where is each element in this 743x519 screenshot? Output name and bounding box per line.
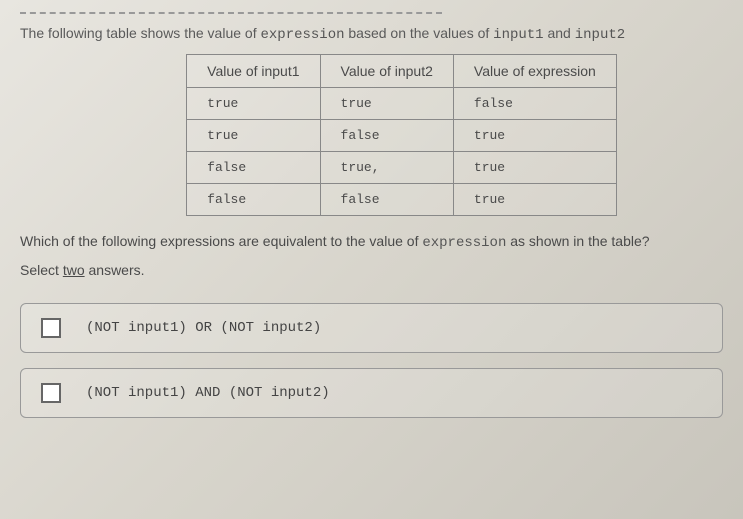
intro-code-input1: input1 xyxy=(493,27,543,43)
cell-input2: false xyxy=(320,119,453,151)
intro-code-expression: expression xyxy=(260,27,344,43)
intro-and: and xyxy=(544,25,575,41)
option-text-a: (NOT input1) OR (NOT input2) xyxy=(86,320,321,336)
truth-table: Value of input1 Value of input2 Value of… xyxy=(186,54,617,216)
select-prefix: Select xyxy=(20,262,63,278)
cell-input1: true xyxy=(187,119,320,151)
cell-expression: true xyxy=(453,119,616,151)
question-suffix: as shown in the table? xyxy=(506,233,649,249)
option-text-b: (NOT input1) AND (NOT input2) xyxy=(86,385,330,401)
intro-prefix: The following table shows the value of xyxy=(20,25,260,41)
select-two: two xyxy=(63,262,85,278)
cell-expression: false xyxy=(453,87,616,119)
cell-input2: true xyxy=(320,87,453,119)
question-code: expression xyxy=(422,235,506,251)
question-text: Which of the following expressions are e… xyxy=(20,231,723,254)
question-prefix: Which of the following expressions are e… xyxy=(20,233,422,249)
header-expression: Value of expression xyxy=(453,54,616,87)
table-row: true false true xyxy=(187,119,617,151)
table-row: false false true xyxy=(187,183,617,215)
intro-code-input2: input2 xyxy=(575,27,625,43)
intro-text: The following table shows the value of e… xyxy=(20,24,723,46)
cell-input1: false xyxy=(187,183,320,215)
header-input2: Value of input2 xyxy=(320,54,453,87)
truth-table-container: Value of input1 Value of input2 Value of… xyxy=(80,54,723,216)
answer-option-b[interactable]: (NOT input1) AND (NOT input2) xyxy=(20,368,723,418)
cell-input1: false xyxy=(187,151,320,183)
cell-input2: true, xyxy=(320,151,453,183)
select-suffix: answers. xyxy=(85,262,145,278)
cell-input1: true xyxy=(187,87,320,119)
answer-option-a[interactable]: (NOT input1) OR (NOT input2) xyxy=(20,303,723,353)
header-input1: Value of input1 xyxy=(187,54,320,87)
checkbox-b[interactable] xyxy=(41,383,61,403)
cell-expression: true xyxy=(453,151,616,183)
table-row: false true, true xyxy=(187,151,617,183)
table-row: true true false xyxy=(187,87,617,119)
select-instruction: Select two answers. xyxy=(20,262,723,278)
checkbox-a[interactable] xyxy=(41,318,61,338)
cell-input2: false xyxy=(320,183,453,215)
cell-expression: true xyxy=(453,183,616,215)
top-dashes xyxy=(20,12,442,14)
intro-middle: based on the values of xyxy=(345,25,494,41)
table-header-row: Value of input1 Value of input2 Value of… xyxy=(187,54,617,87)
